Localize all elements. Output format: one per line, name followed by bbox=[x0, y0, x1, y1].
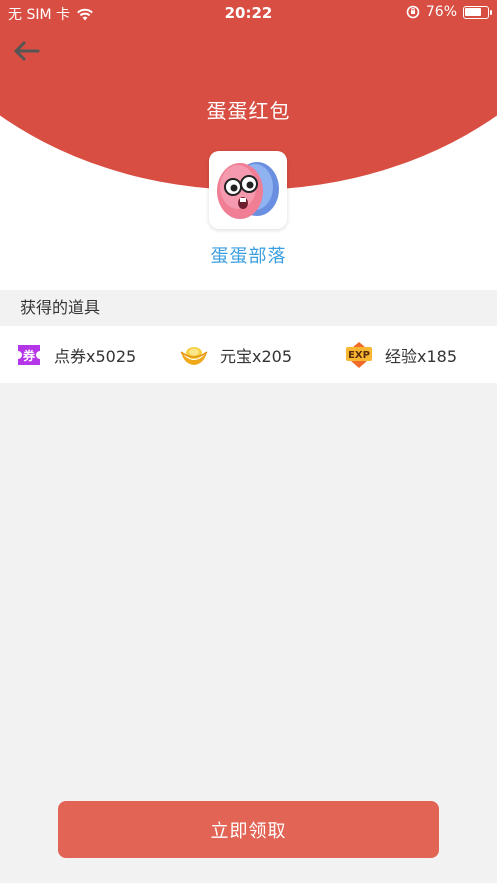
page-title: 蛋蛋红包 bbox=[206, 99, 291, 123]
app-name: 蛋蛋部落 bbox=[210, 246, 287, 267]
egg-mascot-icon bbox=[217, 162, 279, 219]
item-exp: EXP 经验x185 bbox=[345, 326, 457, 383]
item-coupon: 券 点券x5025 bbox=[16, 326, 136, 383]
battery-percent: 76% bbox=[425, 4, 457, 20]
section-title: 获得的道具 bbox=[0, 290, 497, 326]
arrow-left-icon bbox=[14, 41, 40, 61]
claim-now-button[interactable]: 立即领取 bbox=[58, 801, 439, 858]
item-label: 经验x185 bbox=[385, 346, 458, 366]
battery-icon bbox=[463, 5, 492, 19]
status-bar: 无 SIM 卡 20:22 76% bbox=[0, 0, 497, 26]
app-logo bbox=[209, 151, 287, 229]
svg-text:券: 券 bbox=[22, 348, 36, 363]
exp-badge-icon: EXP bbox=[346, 341, 372, 368]
item-label: 元宝x205 bbox=[220, 346, 293, 366]
battery-level bbox=[465, 7, 481, 16]
item-label: 点券x5025 bbox=[54, 346, 137, 366]
orientation-lock-icon bbox=[406, 5, 420, 19]
coupon-icon: 券 bbox=[18, 344, 40, 365]
item-gold-ingot: 元宝x205 bbox=[180, 326, 292, 383]
svg-text:EXP: EXP bbox=[348, 350, 370, 361]
gold-ingot-icon bbox=[180, 346, 208, 365]
items-row: 券 点券x5025 元宝x205 EXP 经验x185 bbox=[0, 326, 497, 383]
status-right: 76% bbox=[406, 4, 492, 20]
back-button[interactable] bbox=[10, 36, 44, 66]
